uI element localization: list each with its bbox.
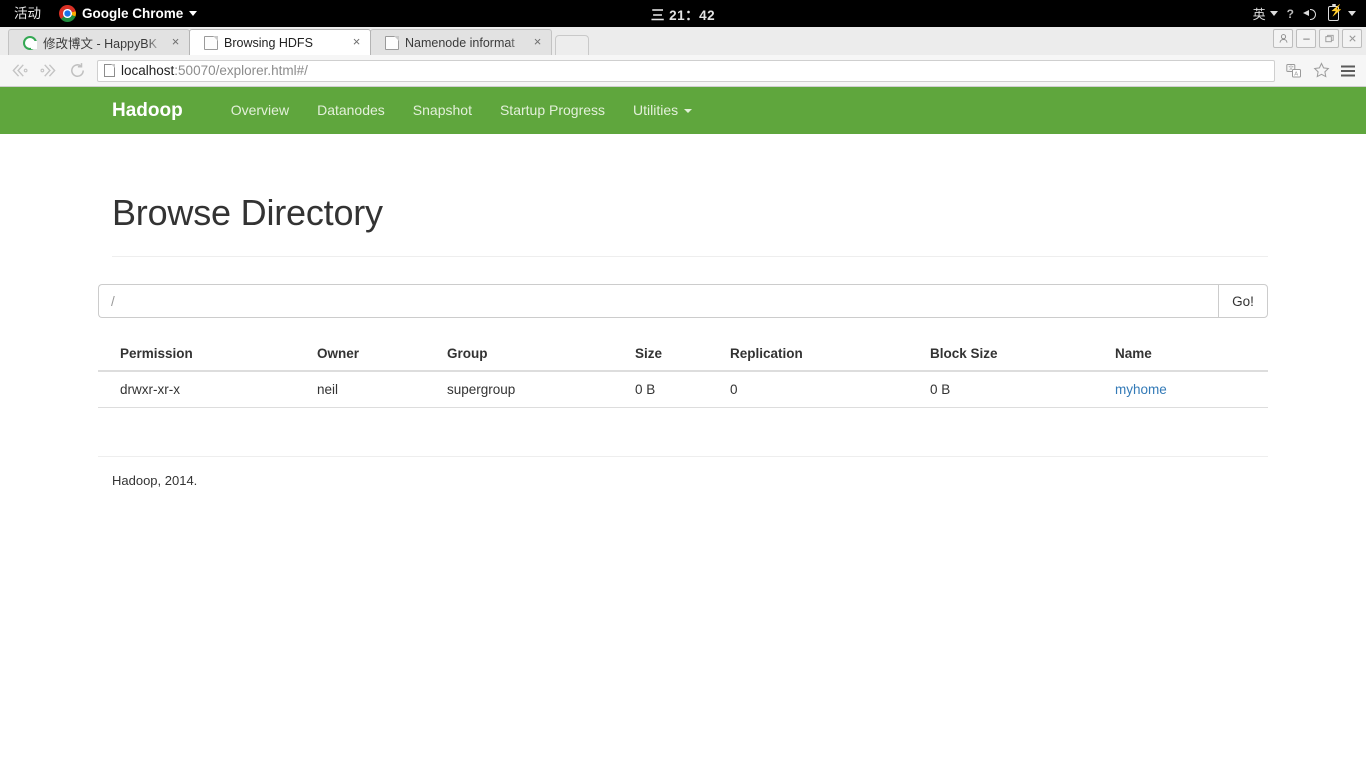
file-link-myhome[interactable]: myhome	[1115, 382, 1167, 397]
close-icon[interactable]: ×	[168, 35, 183, 50]
header-block-size[interactable]: Block Size	[908, 337, 1093, 372]
forward-arrow-icon[interactable]	[37, 60, 59, 82]
page-viewport: Hadoop Overview Datanodes Snapshot Start…	[0, 87, 1366, 766]
question-mark-icon[interactable]: ?	[1287, 7, 1294, 21]
table-header-row: Permission Owner Group Size Replication …	[98, 337, 1268, 372]
cell-group: supergroup	[425, 371, 613, 408]
app-menu-label: Google Chrome	[82, 6, 184, 21]
back-arrow-icon[interactable]	[8, 60, 30, 82]
chevron-down-icon[interactable]	[1348, 11, 1356, 16]
cell-owner: neil	[295, 371, 425, 408]
url-path: :50070/explorer.html#/	[174, 63, 308, 78]
cell-replication: 0	[708, 371, 908, 408]
url-host: localhost	[121, 63, 175, 78]
go-button[interactable]: Go!	[1218, 284, 1268, 318]
nav-item-utilities[interactable]: Utilities	[619, 87, 706, 134]
input-method-label: 英	[1252, 7, 1266, 22]
table-row: drwxr-xr-x neil supergroup 0 B 0 0 B myh…	[98, 371, 1268, 408]
cell-size: 0 B	[613, 371, 708, 408]
tab-title: 修改博文 - HappyBK	[43, 37, 157, 51]
close-icon[interactable]	[1342, 29, 1362, 48]
chevron-down-icon	[189, 11, 198, 16]
svg-text:A: A	[1294, 71, 1298, 77]
path-input[interactable]	[98, 284, 1218, 318]
new-tab-button[interactable]	[555, 35, 589, 55]
browser-tab-0[interactable]: 修改博文 - HappyBK ×	[8, 29, 190, 55]
header-permission[interactable]: Permission	[98, 337, 295, 372]
input-method-indicator[interactable]: 英	[1253, 4, 1278, 23]
battery-charging-icon[interactable]	[1328, 3, 1343, 21]
chevron-down-icon	[1269, 11, 1278, 16]
nav-item-startup-progress[interactable]: Startup Progress	[486, 87, 619, 134]
chevron-down-icon	[684, 108, 693, 113]
close-icon[interactable]: ×	[530, 35, 545, 50]
page-footer: Hadoop, 2014.	[112, 473, 198, 488]
nav-item-snapshot[interactable]: Snapshot	[399, 87, 486, 134]
nav-label: Snapshot	[412, 102, 472, 118]
system-tray: 英 ?	[1253, 3, 1366, 23]
cell-block-size: 0 B	[908, 371, 1093, 408]
header-replication[interactable]: Replication	[708, 337, 908, 372]
green-c-icon	[23, 35, 37, 50]
hadoop-navbar: Hadoop Overview Datanodes Snapshot Start…	[0, 87, 1366, 134]
star-icon[interactable]	[1311, 61, 1331, 81]
minimize-icon[interactable]	[1296, 29, 1316, 48]
nav-label: Overview	[230, 102, 290, 118]
window-controls	[1273, 29, 1362, 48]
browser-tab-2[interactable]: Namenode informat ×	[370, 29, 552, 55]
user-icon[interactable]	[1273, 29, 1293, 48]
page-title: Browse Directory	[112, 192, 383, 233]
nav-label: Datanodes	[317, 102, 385, 118]
reload-icon[interactable]	[66, 60, 88, 82]
page-icon	[385, 35, 399, 50]
address-bar[interactable]: localhost:50070/explorer.html#/	[97, 59, 1275, 82]
tab-title: Namenode informat	[405, 35, 515, 50]
page-icon	[104, 64, 115, 77]
page-icon	[204, 35, 218, 50]
speaker-icon[interactable]	[1303, 7, 1319, 21]
desktop-top-bar: 活动 Google Chrome 三 21：42 英 ?	[0, 0, 1366, 27]
tab-title: Browsing HDFS	[224, 35, 313, 50]
header-size[interactable]: Size	[613, 337, 708, 372]
app-menu-button[interactable]: Google Chrome	[51, 5, 205, 22]
chrome-window: 修改博文 - HappyBK × Browsing HDFS × Namenod…	[0, 27, 1366, 768]
hadoop-brand[interactable]: Hadoop	[112, 87, 183, 134]
nav-label: Utilities	[633, 102, 679, 118]
close-icon[interactable]: ×	[349, 35, 364, 50]
clock-label[interactable]: 三 21：42	[651, 8, 715, 23]
page-container: Browse Directory Go! Permission Owner Gr…	[0, 192, 1366, 488]
nav-item-datanodes[interactable]: Datanodes	[303, 87, 399, 134]
browser-toolbar: localhost:50070/explorer.html#/ 文A	[0, 55, 1366, 87]
header-owner[interactable]: Owner	[295, 337, 425, 372]
header-name[interactable]: Name	[1093, 337, 1268, 372]
hamburger-menu-icon[interactable]	[1338, 61, 1358, 81]
chrome-logo-icon	[59, 5, 76, 22]
header-group[interactable]: Group	[425, 337, 613, 372]
url-text: localhost:50070/explorer.html#/	[121, 63, 308, 78]
cell-name: myhome	[1093, 371, 1268, 408]
directory-table: Permission Owner Group Size Replication …	[98, 337, 1268, 408]
path-input-group: Go!	[98, 284, 1268, 318]
nav-item-overview[interactable]: Overview	[217, 87, 303, 134]
tab-strip: 修改博文 - HappyBK × Browsing HDFS × Namenod…	[0, 27, 1366, 55]
activities-button[interactable]: 活动	[0, 0, 51, 27]
title-divider	[112, 256, 1268, 257]
restore-icon[interactable]	[1319, 29, 1339, 48]
translate-icon[interactable]: 文A	[1284, 61, 1304, 81]
browser-tab-1[interactable]: Browsing HDFS ×	[189, 29, 371, 55]
nav-label: Startup Progress	[499, 102, 606, 118]
cell-permission: drwxr-xr-x	[98, 371, 295, 408]
